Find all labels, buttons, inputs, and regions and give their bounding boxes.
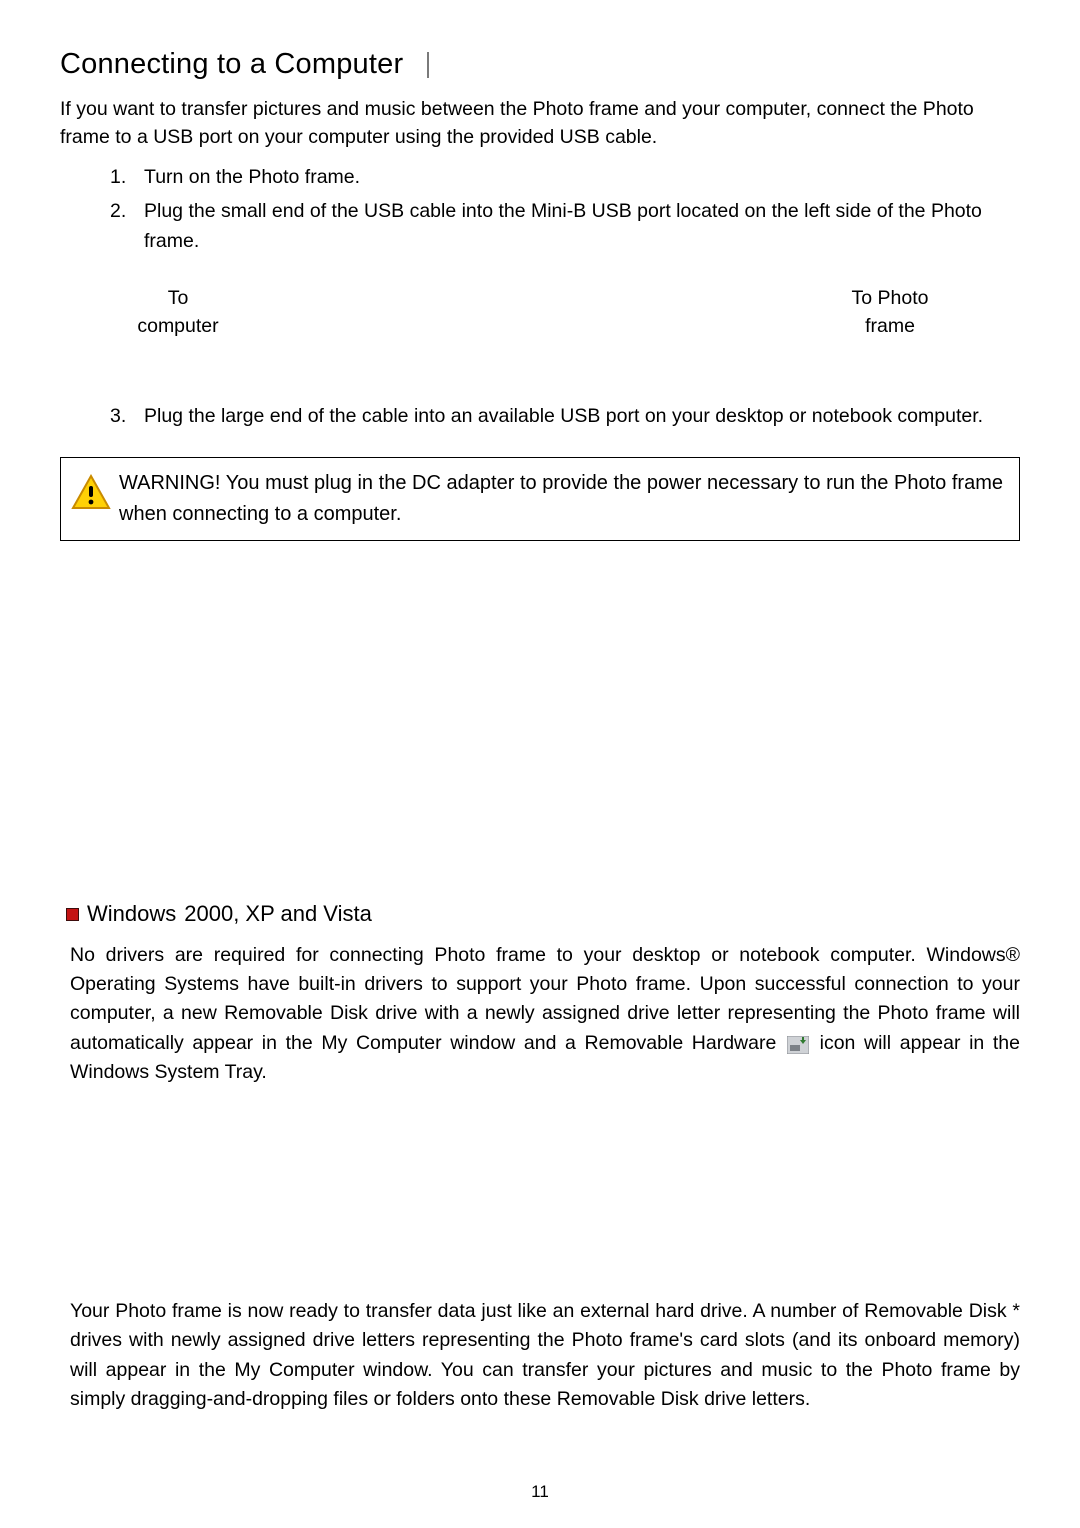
to-computer-label: To computer <box>118 284 238 341</box>
list-number: 2. <box>110 196 144 256</box>
intro-paragraph: If you want to transfer pictures and mus… <box>60 95 1020 152</box>
list-item: 2. Plug the small end of the USB cable i… <box>110 196 1020 256</box>
list-text: Turn on the Photo frame. <box>144 162 1020 192</box>
label-line: To Photo <box>852 287 929 309</box>
page-title: Connecting to a Computer <box>60 48 403 81</box>
heading-tail: 2000, XP and Vista <box>184 901 372 927</box>
warning-text: WARNING! You must plug in the DC adapter… <box>119 468 1003 530</box>
text-cursor-icon <box>427 52 429 78</box>
list-item: 3. Plug the large end of the cable into … <box>110 401 1020 431</box>
warning-icon <box>71 468 119 515</box>
page-number: 11 <box>0 1482 1080 1502</box>
document-page: Connecting to a Computer If you want to … <box>0 0 1080 1528</box>
list-number: 3. <box>110 401 144 431</box>
label-line: frame <box>865 315 915 337</box>
red-square-bullet-icon <box>66 908 79 921</box>
connection-labels: To computer To Photo frame <box>60 284 1020 341</box>
list-text: Plug the small end of the USB cable into… <box>144 196 1020 256</box>
windows-paragraph-1: No drivers are required for connecting P… <box>70 941 1020 1087</box>
removable-hardware-icon <box>787 1034 809 1052</box>
heading-main: Windows <box>87 901 176 927</box>
label-line: computer <box>137 315 218 337</box>
title-row: Connecting to a Computer <box>60 48 1020 81</box>
label-line: To <box>168 287 189 309</box>
warning-box: WARNING! You must plug in the DC adapter… <box>60 457 1020 541</box>
list-number: 1. <box>110 162 144 192</box>
ordered-list: 1. Turn on the Photo frame. 2. Plug the … <box>110 162 1020 257</box>
windows-paragraph-2: Your Photo frame is now ready to transfe… <box>70 1297 1020 1414</box>
windows-section-heading: Windows 2000, XP and Vista <box>66 901 1020 927</box>
to-photo-frame-label: To Photo frame <box>830 284 950 341</box>
ordered-list-continued: 3. Plug the large end of the cable into … <box>110 401 1020 431</box>
list-text: Plug the large end of the cable into an … <box>144 401 1020 431</box>
list-item: 1. Turn on the Photo frame. <box>110 162 1020 192</box>
